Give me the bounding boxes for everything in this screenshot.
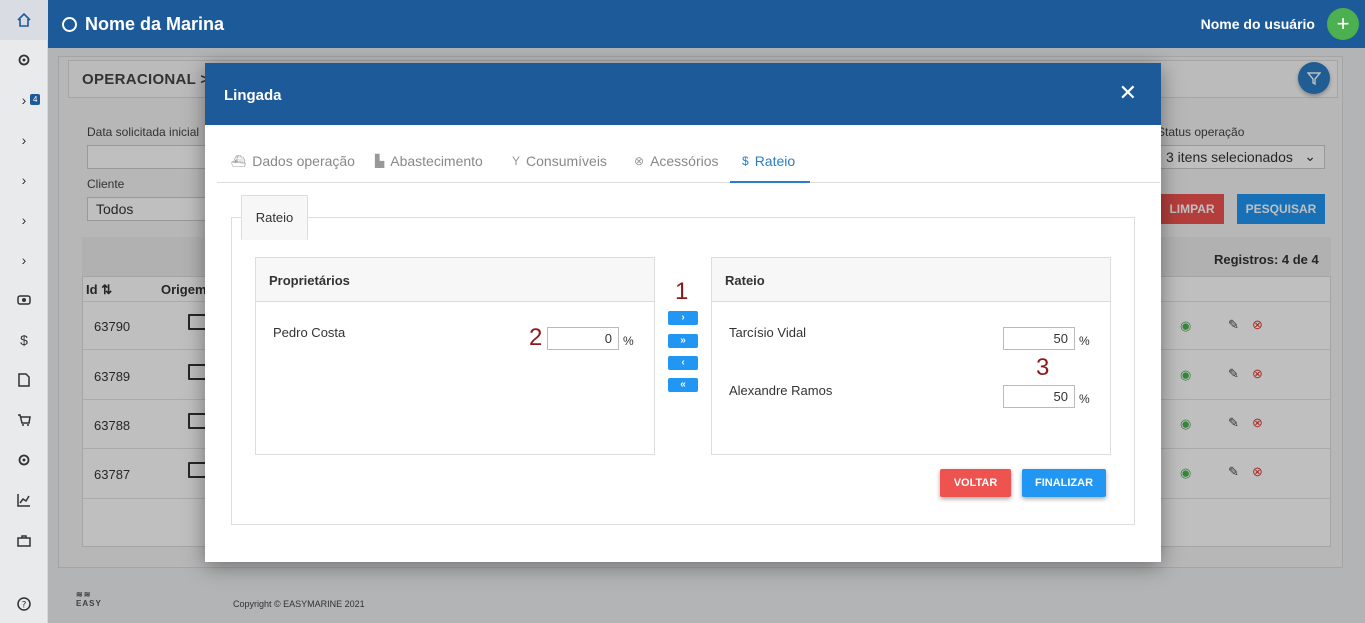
menu-badge: 4	[30, 94, 41, 105]
modal-header: Lingada ✕	[205, 63, 1161, 125]
rateio-percent-input[interactable]	[1003, 385, 1075, 408]
move-all-left-button[interactable]: «	[668, 378, 698, 392]
chevron-right-icon[interactable]: › 4	[0, 80, 48, 120]
move-right-button[interactable]: ›	[668, 311, 698, 325]
svg-text:?: ?	[22, 601, 27, 611]
gear-icon[interactable]	[0, 440, 48, 480]
chart-icon[interactable]	[0, 480, 48, 520]
tab-acessorios[interactable]: ⊗ Acessórios	[634, 153, 719, 169]
tab-dados-operacao[interactable]: ⛴ Dados operação	[231, 153, 355, 169]
eye-icon[interactable]	[0, 280, 48, 320]
tab-label: Acessórios	[650, 153, 719, 169]
modal-title: Lingada	[224, 87, 282, 104]
lingada-modal: Lingada ✕ ⛴ Dados operação ▙ Abastecimen…	[205, 63, 1161, 562]
top-bar: Nome da Marina Nome do usuário +	[48, 0, 1365, 48]
owner-percent-input[interactable]	[547, 327, 619, 350]
help-icon[interactable]: ?	[0, 584, 48, 623]
chevron-right-icon[interactable]: ›	[0, 240, 48, 280]
briefcase-icon[interactable]	[0, 520, 48, 560]
add-button[interactable]: +	[1327, 8, 1359, 40]
rateio-section-tab[interactable]: Rateio	[241, 195, 308, 240]
active-tab-indicator	[730, 181, 810, 183]
marker-1: 1	[675, 278, 689, 305]
move-all-right-button[interactable]: »	[668, 334, 698, 348]
file-icon[interactable]	[0, 360, 48, 400]
gear-icon[interactable]	[0, 40, 48, 80]
voltar-button[interactable]: VOLTAR	[940, 469, 1011, 497]
rateio-percent-input[interactable]	[1003, 327, 1075, 350]
tab-label: Abastecimento	[390, 153, 483, 169]
percent-sign: %	[623, 334, 634, 348]
percent-sign: %	[1079, 392, 1090, 406]
rateio-panel: Rateio Tarcísio Vidal % 3 Alexandre Ramo…	[711, 257, 1111, 455]
move-left-button[interactable]: ‹	[668, 356, 698, 370]
marker-3: 3	[1036, 354, 1050, 381]
x-circle-icon: ⊗	[634, 154, 645, 168]
chevron-right-icon[interactable]: ›	[0, 160, 48, 200]
rateio-person-name[interactable]: Tarcísio Vidal	[729, 325, 806, 340]
chevron-right-icon[interactable]: ›	[0, 200, 48, 240]
sidebar: › 4 › › › › $ ?	[0, 0, 48, 623]
user-name[interactable]: Nome do usuário	[1201, 16, 1315, 32]
modal-tabs: ⛴ Dados operação ▙ Abastecimento Y Consu…	[217, 125, 1160, 183]
tab-consumiveis[interactable]: Y Consumíveis	[512, 153, 607, 169]
fuel-icon: ▙	[375, 154, 385, 168]
percent-sign: %	[1079, 334, 1090, 348]
tab-rateio[interactable]: $ Rateio	[742, 153, 795, 169]
dollar-icon: $	[742, 154, 749, 168]
brand[interactable]: Nome da Marina	[62, 14, 224, 35]
chevron-right-icon[interactable]: ›	[0, 120, 48, 160]
tab-label: Dados operação	[252, 153, 355, 169]
home-icon[interactable]	[0, 0, 48, 40]
dollar-icon[interactable]: $	[0, 320, 48, 360]
brand-name: Nome da Marina	[85, 14, 225, 34]
ship-icon: ⛴	[231, 154, 247, 168]
owner-name[interactable]: Pedro Costa	[273, 325, 345, 340]
glass-icon: Y	[512, 154, 521, 168]
tab-abastecimento[interactable]: ▙ Abastecimento	[375, 153, 483, 169]
rateio-title: Rateio	[712, 258, 1110, 302]
proprietarios-title: Proprietários	[256, 258, 654, 302]
tab-label: Rateio	[754, 153, 796, 169]
finalizar-button[interactable]: FINALIZAR	[1022, 469, 1106, 497]
rateio-person-name[interactable]: Alexandre Ramos	[729, 383, 832, 398]
proprietarios-panel: Proprietários Pedro Costa % 2	[255, 257, 655, 455]
close-icon[interactable]: ✕	[1119, 82, 1137, 104]
marker-2: 2	[529, 324, 543, 351]
tab-label: Consumíveis	[526, 153, 607, 169]
circle-icon	[62, 17, 77, 32]
cart-icon[interactable]	[0, 400, 48, 440]
